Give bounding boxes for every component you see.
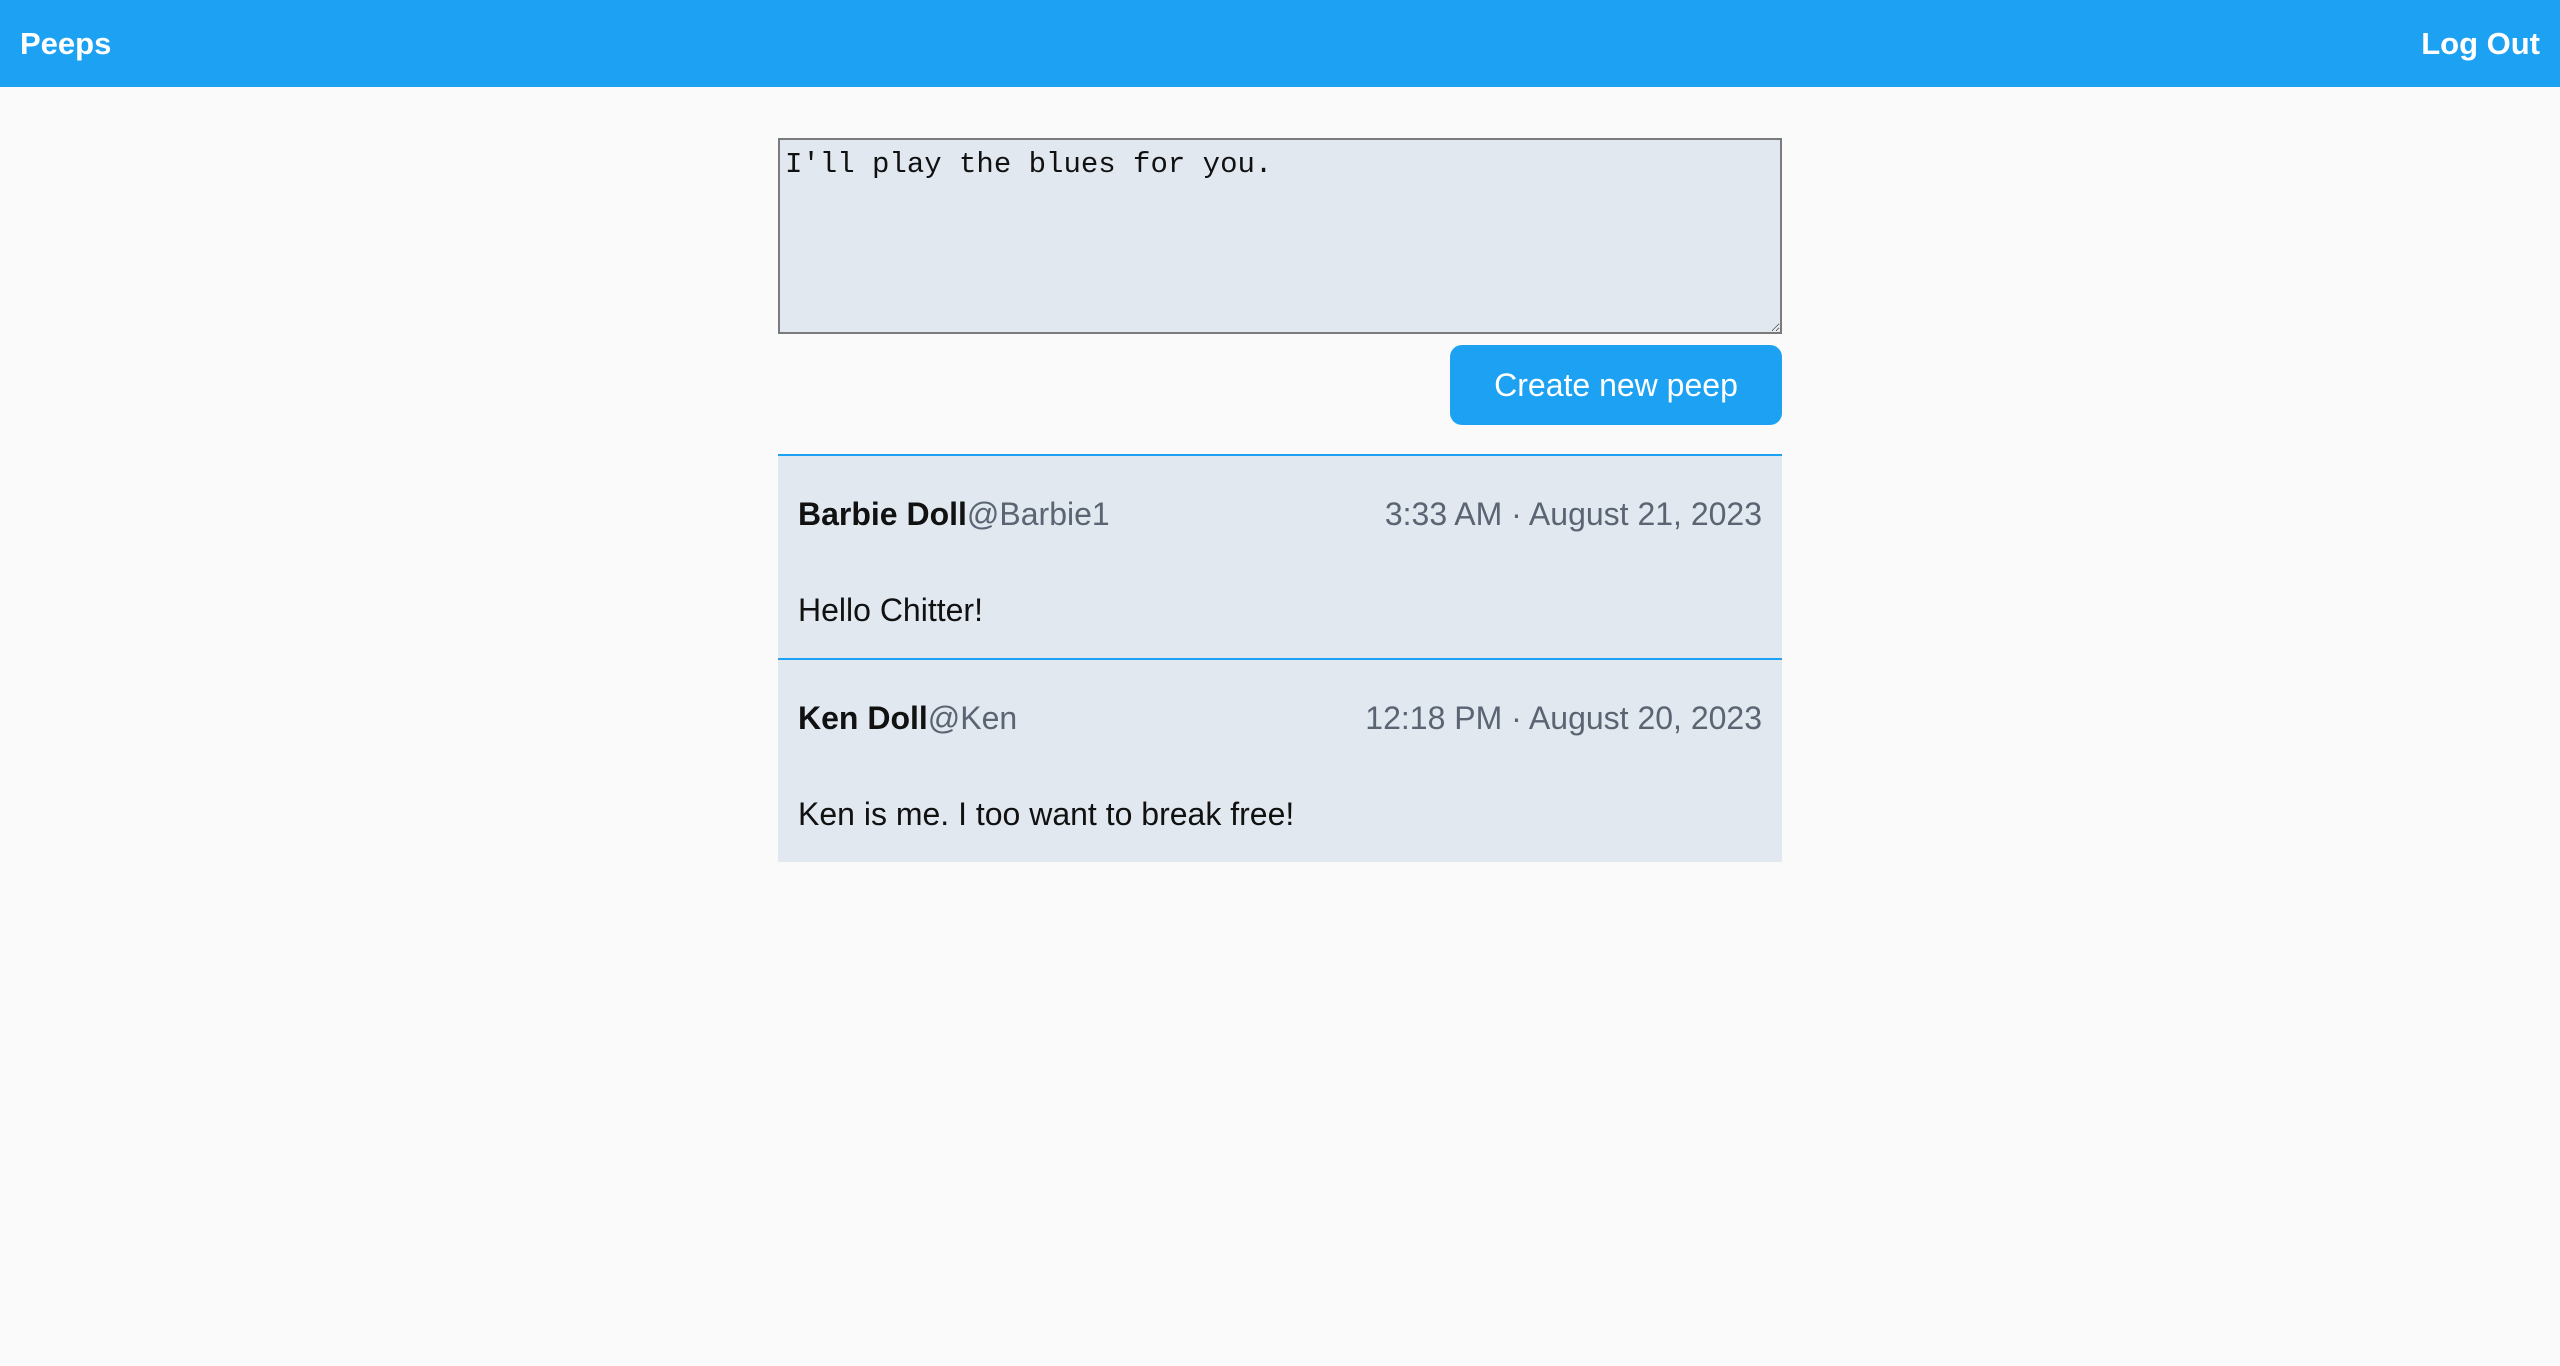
peep-body: Hello Chitter! (798, 592, 983, 628)
peep-composer: I'll play the blues for you. Create new … (778, 138, 1782, 425)
peep-header: Ken Doll@Ken 12:18 PM · August 20, 2023 (798, 700, 1762, 737)
top-nav-bar: Peeps Log Out (0, 0, 2560, 87)
peep-body: Ken is me. I too want to break free! (798, 796, 1295, 832)
peep-header: Barbie Doll@Barbie1 3:33 AM · August 21,… (798, 496, 1762, 533)
create-peep-button[interactable]: Create new peep (1450, 345, 1782, 425)
peep-author: Barbie Doll@Barbie1 (798, 496, 1110, 533)
peep-textarea[interactable]: I'll play the blues for you. (778, 138, 1782, 334)
peep-card: Ken Doll@Ken 12:18 PM · August 20, 2023 … (778, 658, 1782, 862)
peep-timestamp: 3:33 AM · August 21, 2023 (1384, 496, 1762, 532)
author-name: Ken Doll (798, 700, 928, 736)
author-handle: @Barbie1 (966, 496, 1110, 532)
author-handle: @Ken (927, 700, 1018, 736)
peep-feed: Barbie Doll@Barbie1 3:33 AM · August 21,… (778, 454, 1782, 862)
peep-timestamp: 12:18 PM · August 20, 2023 (1365, 700, 1762, 736)
logout-link[interactable]: Log Out (2421, 26, 2540, 62)
peep-card: Barbie Doll@Barbie1 3:33 AM · August 21,… (778, 454, 1782, 658)
peep-author: Ken Doll@Ken (798, 700, 1017, 737)
author-name: Barbie Doll (798, 496, 967, 532)
brand-link[interactable]: Peeps (20, 26, 111, 62)
